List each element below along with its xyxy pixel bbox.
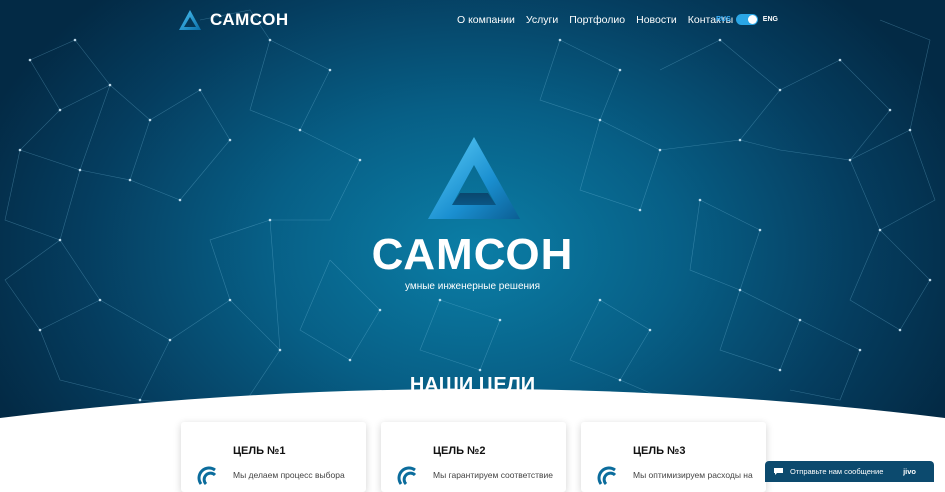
- emblem-triangle-icon: [428, 137, 520, 219]
- nav-item-services[interactable]: Услуги: [526, 14, 558, 26]
- nav-item-portfolio[interactable]: Портфолио: [569, 14, 625, 26]
- lang-eng-label[interactable]: ENG: [763, 16, 778, 23]
- hero-tagline: умные инженерные решения: [404, 281, 541, 292]
- goals-section-title: НАШИ ЦЕЛИ: [409, 374, 536, 396]
- nav-item-news[interactable]: Новости: [636, 14, 677, 26]
- toggle-knob: [747, 15, 757, 24]
- chat-widget-button[interactable]: Отправьте нам сообщение jivo: [765, 461, 934, 482]
- goal-card-text: Мы делаем процесс выбора: [233, 470, 345, 480]
- goal-card-text: Мы оптимизируем расходы на: [633, 470, 753, 480]
- logo-text: САМСОН: [210, 10, 289, 29]
- language-switch: RUS ENG: [716, 14, 778, 25]
- goal-card-title: ЦЕЛЬ №3: [633, 445, 686, 457]
- signal-icon: [597, 466, 617, 486]
- main-nav: О компании Услуги Портфолио Новости Конт…: [457, 14, 733, 26]
- lang-rus-label[interactable]: RUS: [716, 16, 731, 23]
- chat-brand: jivo: [903, 467, 916, 476]
- nav-item-about[interactable]: О компании: [457, 14, 515, 26]
- language-toggle[interactable]: [735, 14, 758, 25]
- signal-icon: [397, 466, 417, 486]
- chat-bubble-icon: [774, 468, 783, 475]
- chat-label: Отправьте нам сообщение: [790, 467, 884, 476]
- goal-card-text: Мы гарантируем соответствие: [433, 470, 554, 480]
- goal-card-title: ЦЕЛЬ №1: [233, 445, 286, 457]
- hero-brand-title: САМСОН: [371, 230, 574, 279]
- signal-icon: [197, 466, 217, 486]
- header-logo[interactable]: САМСОН: [178, 9, 289, 31]
- goal-card-title: ЦЕЛЬ №2: [433, 445, 486, 457]
- logo-triangle-icon: [179, 10, 201, 30]
